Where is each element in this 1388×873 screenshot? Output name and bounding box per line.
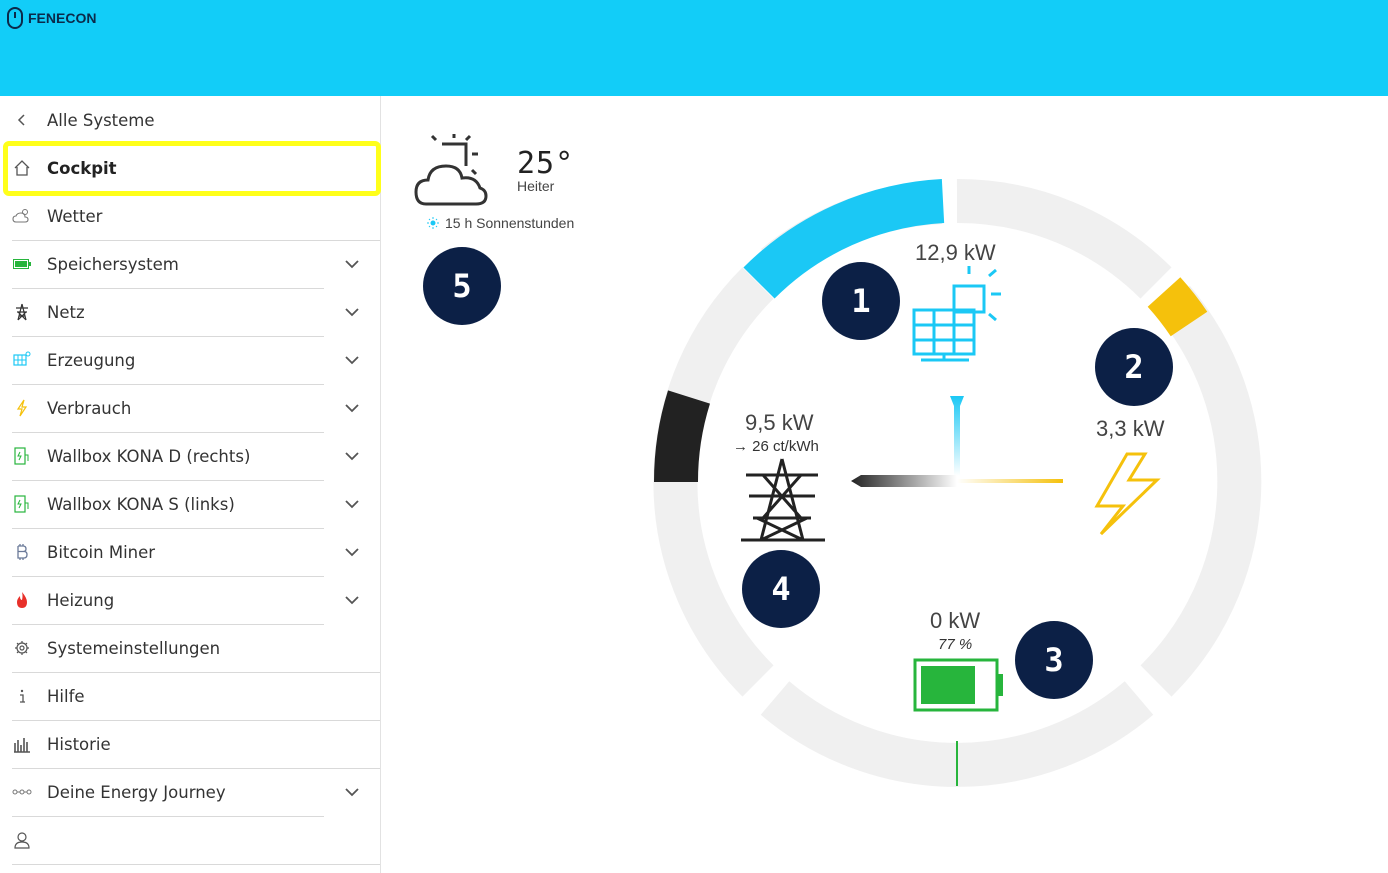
sidebar-item-system-settings[interactable]: Systemeinstellungen — [0, 624, 381, 672]
chevron-down-icon[interactable] — [342, 446, 362, 466]
lightning-icon — [12, 398, 32, 418]
sunshine-label: 15 h Sonnenstunden — [445, 215, 575, 231]
sidebar-item-user[interactable] — [0, 816, 381, 864]
sidebar-item-all-systems[interactable]: Alle Systeme — [0, 96, 381, 144]
power-tower-icon — [12, 302, 32, 322]
sidebar-item-wallbox-kona-s[interactable]: Wallbox KONA S (links) — [0, 480, 381, 528]
energy-flow-ring[interactable] — [651, 176, 1263, 788]
user-icon — [12, 830, 32, 850]
sun-icon — [427, 217, 439, 229]
chevron-down-icon[interactable] — [342, 590, 362, 610]
wallbox-icon — [12, 446, 32, 466]
sidebar-item-label: Alle Systeme — [47, 110, 155, 130]
sidebar-item-history[interactable]: Historie — [0, 720, 381, 768]
fenecon-logo-icon — [7, 7, 23, 29]
badge-3: 3 — [1015, 621, 1093, 699]
brand-logo[interactable]: FENECON — [6, 6, 96, 30]
main-cockpit: 25° Heiter 15 h Sonnenstunden 5 12,9 kW … — [381, 96, 1388, 873]
sidebar-item-label: Bitcoin Miner — [47, 542, 156, 562]
sidebar-item-weather[interactable]: Wetter — [0, 192, 381, 240]
sidebar-item-label: Hilfe — [47, 686, 85, 706]
cloudy-sun-icon — [414, 134, 488, 206]
sidebar-item-label: Verbrauch — [47, 398, 132, 418]
brand-name: FENECON — [28, 10, 97, 26]
battery-icon — [913, 658, 1003, 712]
sidebar-item-label: Heizung — [47, 590, 115, 610]
solar-panel-icon — [12, 350, 32, 370]
weather-condition: Heiter — [517, 178, 555, 194]
chevron-down-icon[interactable] — [342, 350, 362, 370]
weather-widget[interactable] — [414, 134, 490, 213]
sidebar-item-label: Wallbox KONA D (rechts) — [47, 446, 251, 466]
history-chart-icon — [12, 734, 32, 754]
sidebar-item-label: Erzeugung — [47, 350, 136, 370]
sidebar-item-consumption[interactable]: Verbrauch — [0, 384, 381, 432]
storage-value: 0 kW — [930, 608, 981, 633]
badge-label: 3 — [1044, 641, 1064, 679]
sidebar-item-label: Speichersystem — [47, 254, 179, 274]
sidebar-item-label: Historie — [47, 734, 111, 754]
sidebar: Alle Systeme Cockpit Wetter Speichersyst… — [0, 96, 381, 873]
sidebar-item-label: Systemeinstellungen — [47, 638, 221, 658]
badge-label: 4 — [771, 570, 791, 608]
production-value: 12,9 kW — [915, 240, 996, 265]
sidebar-item-label: Wallbox KONA S (links) — [47, 494, 235, 514]
grid-arc — [653, 390, 711, 483]
cockpit-highlight — [3, 141, 381, 196]
chevron-left-icon — [12, 110, 32, 130]
chevron-down-icon[interactable] — [342, 254, 362, 274]
chevron-down-icon[interactable] — [342, 542, 362, 562]
grid-flow-line — [851, 475, 957, 487]
grid-value: 9,5 kW — [745, 410, 814, 435]
battery-icon — [12, 254, 32, 274]
consumption-arc — [1147, 277, 1208, 337]
chevron-down-icon[interactable] — [342, 302, 362, 322]
badge-label: 1 — [851, 282, 871, 320]
journey-icon — [12, 782, 32, 802]
badge-5: 5 — [423, 247, 501, 325]
divider — [12, 864, 380, 865]
solar-panel-icon — [912, 266, 1001, 362]
sidebar-item-storage[interactable]: Speichersystem — [0, 240, 381, 288]
chevron-down-icon[interactable] — [342, 494, 362, 514]
gear-icon — [12, 638, 32, 658]
chevron-down-icon[interactable] — [342, 782, 362, 802]
battery-fill — [921, 666, 975, 704]
sidebar-item-label: Netz — [47, 302, 85, 322]
lightning-icon — [1094, 452, 1161, 536]
sidebar-item-grid[interactable]: Netz — [0, 288, 381, 336]
sidebar-item-bitcoin-miner[interactable]: Bitcoin Miner — [0, 528, 381, 576]
flame-icon — [12, 590, 32, 610]
sidebar-item-help[interactable]: Hilfe — [0, 672, 381, 720]
sidebar-item-label: Wetter — [47, 206, 103, 226]
weather-temperature: 25° — [517, 146, 575, 181]
sidebar-item-heating[interactable]: Heizung — [0, 576, 381, 624]
sidebar-item-wallbox-kona-d[interactable]: Wallbox KONA D (rechts) — [0, 432, 381, 480]
sidebar-item-production[interactable]: Erzeugung — [0, 336, 381, 384]
badge-label: 5 — [452, 267, 472, 305]
top-app-bar: FENECON — [0, 0, 1388, 96]
badge-4: 4 — [742, 550, 820, 628]
consumption-value: 3,3 kW — [1096, 416, 1165, 441]
info-icon — [12, 686, 32, 706]
bitcoin-icon — [12, 542, 32, 562]
weather-icon — [12, 206, 32, 226]
production-flow-line — [950, 396, 964, 476]
badge-1: 1 — [822, 262, 900, 340]
grid-price: → 26 ct/kWh — [733, 438, 819, 455]
sidebar-item-label: Deine Energy Journey — [47, 782, 226, 802]
sidebar-item-energy-journey[interactable]: Deine Energy Journey — [0, 768, 381, 816]
wallbox-icon — [12, 494, 32, 514]
power-tower-icon — [741, 458, 825, 542]
badge-label: 2 — [1124, 348, 1144, 386]
badge-2: 2 — [1095, 328, 1173, 406]
sunshine-hours: 15 h Sonnenstunden — [427, 215, 574, 231]
ring-segment-left — [653, 267, 774, 697]
storage-soc: 77 % — [938, 636, 973, 653]
chevron-down-icon[interactable] — [342, 398, 362, 418]
consumption-flow-line — [957, 479, 1063, 483]
